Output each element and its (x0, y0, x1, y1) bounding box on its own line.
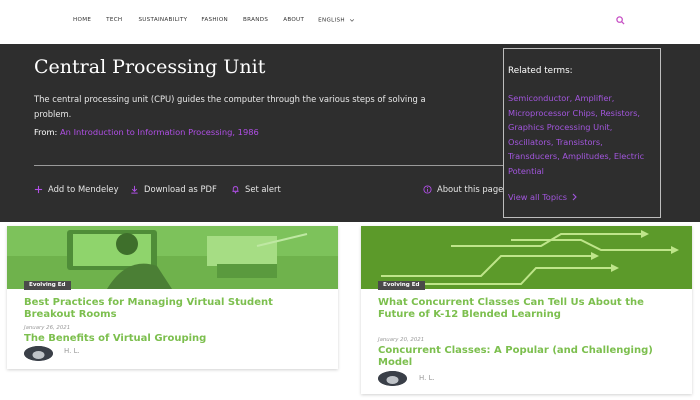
view-all-topics-label: View all Topics (508, 192, 568, 202)
search-icon[interactable] (616, 16, 625, 25)
related-terms-title: Related terms: (508, 66, 573, 76)
nav-link-brands[interactable]: BRANDS (243, 17, 268, 24)
classroom-photo (7, 226, 338, 289)
article-date: January 20, 2021 (378, 337, 425, 343)
related-terms-links[interactable]: Semiconductor, Amplifier, Microprocessor… (508, 93, 644, 176)
nav-link-tech[interactable]: TECH (106, 17, 122, 24)
article-card[interactable]: Evolving Ed Best Practices for Managing … (7, 226, 338, 369)
nav-links: HOME TECH SUSTAINABILITY FASHION BRANDS … (73, 17, 355, 24)
add-to-mendeley-button[interactable]: Add to Mendeley (34, 184, 119, 194)
article-title[interactable]: What Concurrent Classes Can Tell Us Abou… (378, 297, 668, 321)
topic-description: The central processing unit (CPU) guides… (34, 94, 426, 119)
top-navigation: HOME TECH SUSTAINABILITY FASHION BRANDS … (0, 0, 700, 44)
author-name: H. L. (64, 347, 80, 355)
article-subtitle[interactable]: Concurrent Classes: A Popular (and Chall… (378, 345, 668, 369)
download-pdf-label: Download as PDF (144, 184, 217, 194)
plus-icon (34, 185, 43, 193)
chevron-right-icon (572, 193, 577, 201)
article-date: January 26, 2021 (24, 325, 71, 331)
source-link[interactable]: An Introduction to Information Processin… (60, 127, 259, 137)
category-tag: Evolving Ed (24, 281, 71, 290)
nav-link-about[interactable]: ABOUT (283, 17, 304, 24)
page-title: Central Processing Unit (34, 56, 266, 78)
author-name: H. L. (419, 374, 435, 382)
article-thumbnail (7, 226, 338, 289)
article-thumbnail (361, 226, 692, 289)
about-this-page-label: About this page (437, 184, 504, 194)
source-label: From: (34, 127, 58, 137)
related-terms-list: Semiconductor, Amplifier, Microprocessor… (508, 91, 656, 178)
article-title[interactable]: Best Practices for Managing Virtual Stud… (24, 297, 324, 321)
avatar (24, 346, 53, 361)
chevron-down-icon (349, 19, 354, 22)
view-all-topics-link[interactable]: View all Topics (508, 192, 578, 202)
language-dropdown[interactable]: ENGLISH (318, 17, 355, 24)
language-label: ENGLISH (318, 17, 345, 24)
source-line: From: An Introduction to Information Pro… (34, 127, 259, 137)
divider (34, 165, 504, 166)
info-icon (423, 184, 432, 194)
set-alert-label: Set alert (245, 184, 281, 194)
article-card[interactable]: Evolving Ed What Concurrent Classes Can … (361, 226, 692, 394)
set-alert-button[interactable]: Set alert (231, 184, 281, 194)
panel-border (503, 217, 661, 218)
download-icon (131, 185, 138, 194)
avatar (378, 371, 407, 386)
nav-link-fashion[interactable]: FASHION (201, 17, 228, 24)
nav-link-sustainability[interactable]: SUSTAINABILITY (138, 17, 187, 24)
category-tag: Evolving Ed (378, 281, 425, 290)
article-subtitle[interactable]: The Benefits of Virtual Grouping (24, 333, 324, 345)
nav-link-home[interactable]: HOME (73, 17, 91, 24)
bell-icon (232, 185, 239, 193)
add-to-mendeley-label: Add to Mendeley (48, 184, 119, 194)
about-this-page-button[interactable]: About this page (423, 184, 503, 194)
download-pdf-button[interactable]: Download as PDF (130, 184, 217, 194)
arrows-graphic (361, 226, 692, 289)
